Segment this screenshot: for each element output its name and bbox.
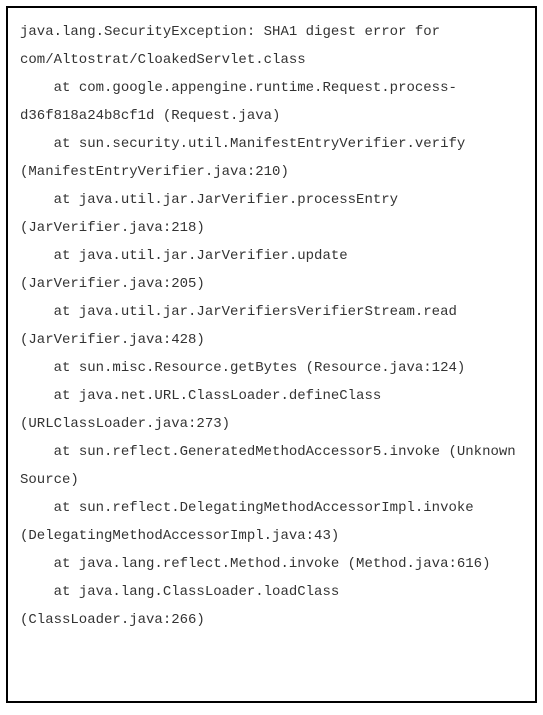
stack-frame: at sun.misc.Resource.getBytes (Resource.… [20, 360, 465, 376]
stack-frame: at java.util.jar.JarVerifier.processEntr… [20, 192, 406, 236]
stack-frame: at java.lang.reflect.Method.invoke (Meth… [20, 556, 490, 572]
stack-frame: at java.lang.ClassLoader.loadClass (Clas… [20, 584, 348, 628]
stack-frame: at java.util.jar.JarVerifiersVerifierStr… [20, 304, 465, 348]
exception-header: java.lang.SecurityException: SHA1 digest… [20, 24, 440, 68]
stack-frame: at java.net.URL.ClassLoader.defineClass … [20, 388, 390, 432]
stack-frame: at java.util.jar.JarVerifier.update (Jar… [20, 248, 356, 292]
stack-frame: at sun.reflect.DelegatingMethodAccessorI… [20, 500, 482, 544]
stack-frame: at sun.security.util.ManifestEntryVerifi… [20, 136, 474, 180]
stack-frame: at sun.reflect.GeneratedMethodAccessor5.… [20, 444, 524, 488]
stack-trace-box: java.lang.SecurityException: SHA1 digest… [6, 6, 537, 703]
stack-frame: at com.google.appengine.runtime.Request.… [20, 80, 457, 124]
